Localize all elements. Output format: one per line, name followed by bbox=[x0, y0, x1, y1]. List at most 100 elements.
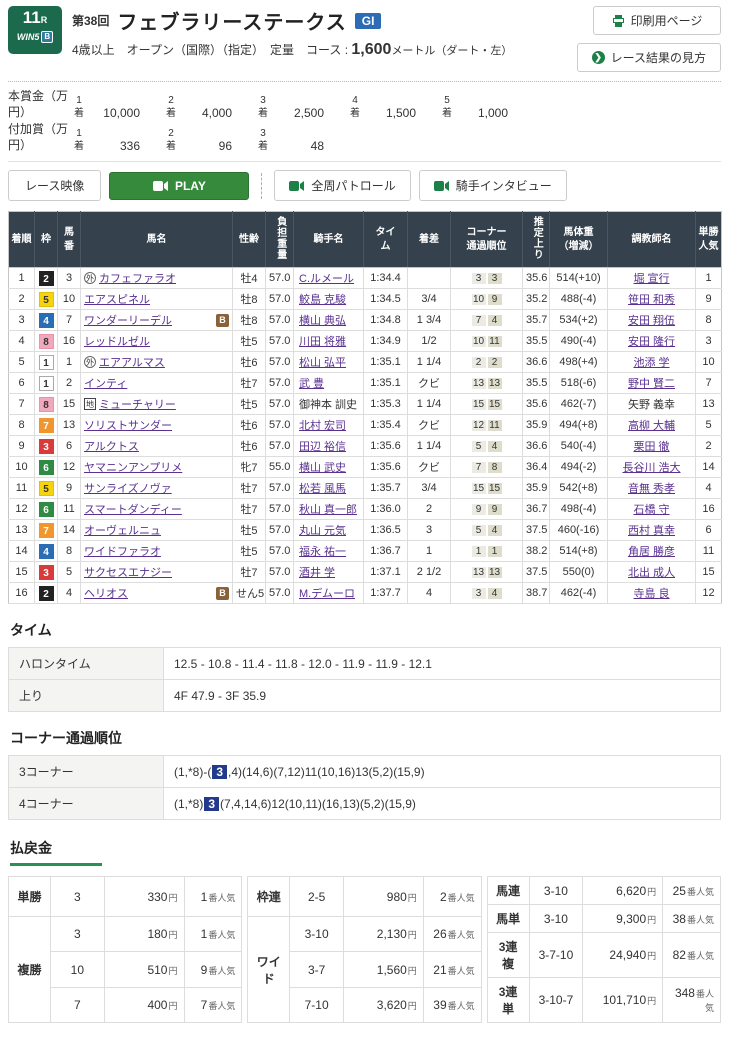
jockey-name-link[interactable]: 秋山 真一郎 bbox=[299, 504, 357, 516]
print-page-label: 印刷用ページ bbox=[631, 12, 703, 29]
horse-name-link[interactable]: ヘリオス bbox=[84, 585, 128, 601]
horse-name-link[interactable]: ミューチャリー bbox=[99, 396, 176, 412]
horse-name-link[interactable]: ワイドファラオ bbox=[84, 543, 161, 559]
horse-name-link[interactable]: インティ bbox=[84, 375, 127, 391]
horse-name-link[interactable]: オーヴェルニュ bbox=[84, 522, 161, 538]
trainer-name-link[interactable]: 西村 真幸 bbox=[628, 525, 675, 537]
horse-name-link[interactable]: カフェファラオ bbox=[99, 270, 176, 286]
finish-position: 12 bbox=[9, 499, 35, 520]
corner4-position: 13 bbox=[488, 567, 502, 578]
trainer-name-link[interactable]: 寺島 良 bbox=[633, 588, 669, 600]
last-3f-time: 35.6 bbox=[523, 394, 550, 415]
horse-name-link[interactable]: ヤマニンアンプリメ bbox=[84, 459, 182, 475]
play-button[interactable]: PLAY bbox=[109, 172, 249, 200]
result-row: 1448ワイドファラオ牡557.0福永 祐一1:36.711138.2514(+… bbox=[9, 541, 722, 562]
payout-favorite-value: 2 bbox=[440, 890, 447, 904]
payout-favorite-value: 39 bbox=[433, 998, 446, 1012]
result-row: 1535サクセスエナジー牡757.0酒井 学1:37.12 1/2131337.… bbox=[9, 562, 722, 583]
trainer-name-link[interactable]: 栗田 徹 bbox=[633, 441, 669, 453]
carried-weight: 57.0 bbox=[266, 415, 294, 436]
corner-positions-cell: 78 bbox=[451, 457, 523, 478]
trainer-cell: 長谷川 浩大 bbox=[608, 457, 696, 478]
corner4-position: 9 bbox=[488, 294, 502, 305]
payout-yen-suffix: 円 bbox=[408, 930, 417, 940]
jockey-name-link[interactable]: 武 豊 bbox=[299, 378, 324, 390]
margin: クビ bbox=[408, 457, 451, 478]
trainer-name-link[interactable]: 笹田 和秀 bbox=[628, 294, 675, 306]
horse-weight: 460(-16) bbox=[550, 520, 608, 541]
corner3-position: 10 bbox=[472, 336, 486, 347]
prize-cell: 3着2,500 bbox=[258, 94, 350, 120]
horse-name-wrap: 外カフェファラオ bbox=[84, 270, 229, 286]
jockey-name-link[interactable]: 松若 風馬 bbox=[299, 483, 346, 495]
payout-combination: 7 bbox=[50, 987, 104, 1022]
finish-time: 1:36.5 bbox=[364, 520, 408, 541]
jockey-name-link[interactable]: 松山 弘平 bbox=[299, 357, 346, 369]
horse-name-link[interactable]: レッドルゼル bbox=[84, 333, 150, 349]
trainer-name-link[interactable]: 石橋 守 bbox=[633, 504, 669, 516]
finish-position: 4 bbox=[9, 331, 35, 352]
jockey-interview-button[interactable]: 騎手インタビュー bbox=[419, 170, 567, 201]
horse-name-link[interactable]: サンライズノヴァ bbox=[84, 480, 172, 496]
corner4-position: 11 bbox=[488, 336, 502, 347]
jockey-cell: C.ルメール bbox=[294, 268, 364, 289]
payout-amount-value: 3,620 bbox=[377, 998, 407, 1012]
horse-name-link[interactable]: ソリストサンダー bbox=[84, 417, 172, 433]
corner-positions-cell: 1011 bbox=[451, 331, 523, 352]
printer-icon bbox=[612, 15, 625, 27]
carried-weight: 57.0 bbox=[266, 373, 294, 394]
trainer-name-link[interactable]: 角居 勝彦 bbox=[628, 546, 675, 558]
jockey-name-link[interactable]: 田辺 裕信 bbox=[299, 441, 346, 453]
payout-amount: 3,620円 bbox=[344, 987, 424, 1022]
trainer-name-link[interactable]: 高柳 大輔 bbox=[628, 420, 675, 432]
horse-name-link[interactable]: スマートダンディー bbox=[84, 501, 182, 517]
trainer-name-link[interactable]: 野中 賢二 bbox=[628, 378, 675, 390]
prize-amount: 1,000 bbox=[456, 106, 508, 120]
trainer-name-link[interactable]: 北出 成人 bbox=[628, 567, 675, 579]
patrol-video-button[interactable]: 全周パトロール bbox=[274, 170, 410, 201]
horse-name-link[interactable]: アルクトス bbox=[84, 438, 139, 454]
jockey-name-link[interactable]: 川田 将雅 bbox=[299, 336, 346, 348]
horse-name-wrap: ワンダーリーデルB bbox=[84, 312, 229, 328]
jockey-name-link[interactable]: M.デムーロ bbox=[299, 588, 355, 600]
jockey-name-link[interactable]: C.ルメール bbox=[299, 273, 354, 285]
corner4-position: 15 bbox=[488, 399, 502, 410]
jockey-name-link[interactable]: 横山 武史 bbox=[299, 462, 346, 474]
result-row: 123外カフェファラオ牡457.0C.ルメール1:34.43335.6514(+… bbox=[9, 268, 722, 289]
result-guide-button[interactable]: レース結果の見方 bbox=[577, 43, 721, 72]
payout-amount-value: 980 bbox=[387, 890, 407, 904]
trainer-name-link[interactable]: 堀 宣行 bbox=[633, 273, 669, 285]
corner-positions-cell: 109 bbox=[451, 289, 523, 310]
trainer-name-link[interactable]: 安田 隆行 bbox=[628, 336, 675, 348]
horse-name-link[interactable]: サクセスエナジー bbox=[84, 564, 172, 580]
prize-cell: 2着4,000 bbox=[166, 94, 258, 120]
trainer-name-link[interactable]: 音無 秀孝 bbox=[628, 483, 675, 495]
payout-favorite-suffix: 番人気 bbox=[448, 1001, 475, 1011]
print-page-button[interactable]: 印刷用ページ bbox=[593, 6, 721, 35]
corner3-position: 5 bbox=[472, 525, 486, 536]
time-table: ハロンタイム12.5 - 10.8 - 11.4 - 11.8 - 12.0 -… bbox=[8, 647, 721, 712]
horse-number: 16 bbox=[58, 331, 81, 352]
horse-name-link[interactable]: ワンダーリーデル bbox=[84, 312, 172, 328]
trainer-name-link[interactable]: 安田 翔伍 bbox=[628, 315, 675, 327]
jockey-name-link[interactable]: 鮫島 克駿 bbox=[299, 294, 346, 306]
prize-cell: 2着96 bbox=[166, 127, 258, 153]
jockey-name-link[interactable]: 横山 典弘 bbox=[299, 315, 346, 327]
last-3f-time: 37.5 bbox=[523, 562, 550, 583]
carried-weight: 55.0 bbox=[266, 457, 294, 478]
trainer-name-link[interactable]: 池添 学 bbox=[633, 357, 669, 369]
trainer-name-link[interactable]: 長谷川 浩大 bbox=[622, 462, 680, 474]
prize-place-number: 3 bbox=[260, 94, 266, 107]
jockey-name-link[interactable]: 福永 祐一 bbox=[299, 546, 346, 558]
corner-positions-cell: 33 bbox=[451, 268, 523, 289]
jockey-name-link[interactable]: 酒井 学 bbox=[299, 567, 335, 579]
horse-name-link[interactable]: エアアルマス bbox=[99, 354, 165, 370]
jockey-name-link[interactable]: 北村 宏司 bbox=[299, 420, 346, 432]
jockey-name-link[interactable]: 丸山 元気 bbox=[299, 525, 346, 537]
horse-name-link[interactable]: エアスピネル bbox=[84, 291, 150, 307]
horse-name-cell: サクセスエナジー bbox=[81, 562, 233, 583]
payout-amount-value: 1,560 bbox=[377, 963, 407, 977]
race-video-button[interactable]: レース映像 bbox=[8, 170, 101, 201]
corner4-position: 4 bbox=[488, 588, 502, 599]
horse-weight: 490(-4) bbox=[550, 331, 608, 352]
